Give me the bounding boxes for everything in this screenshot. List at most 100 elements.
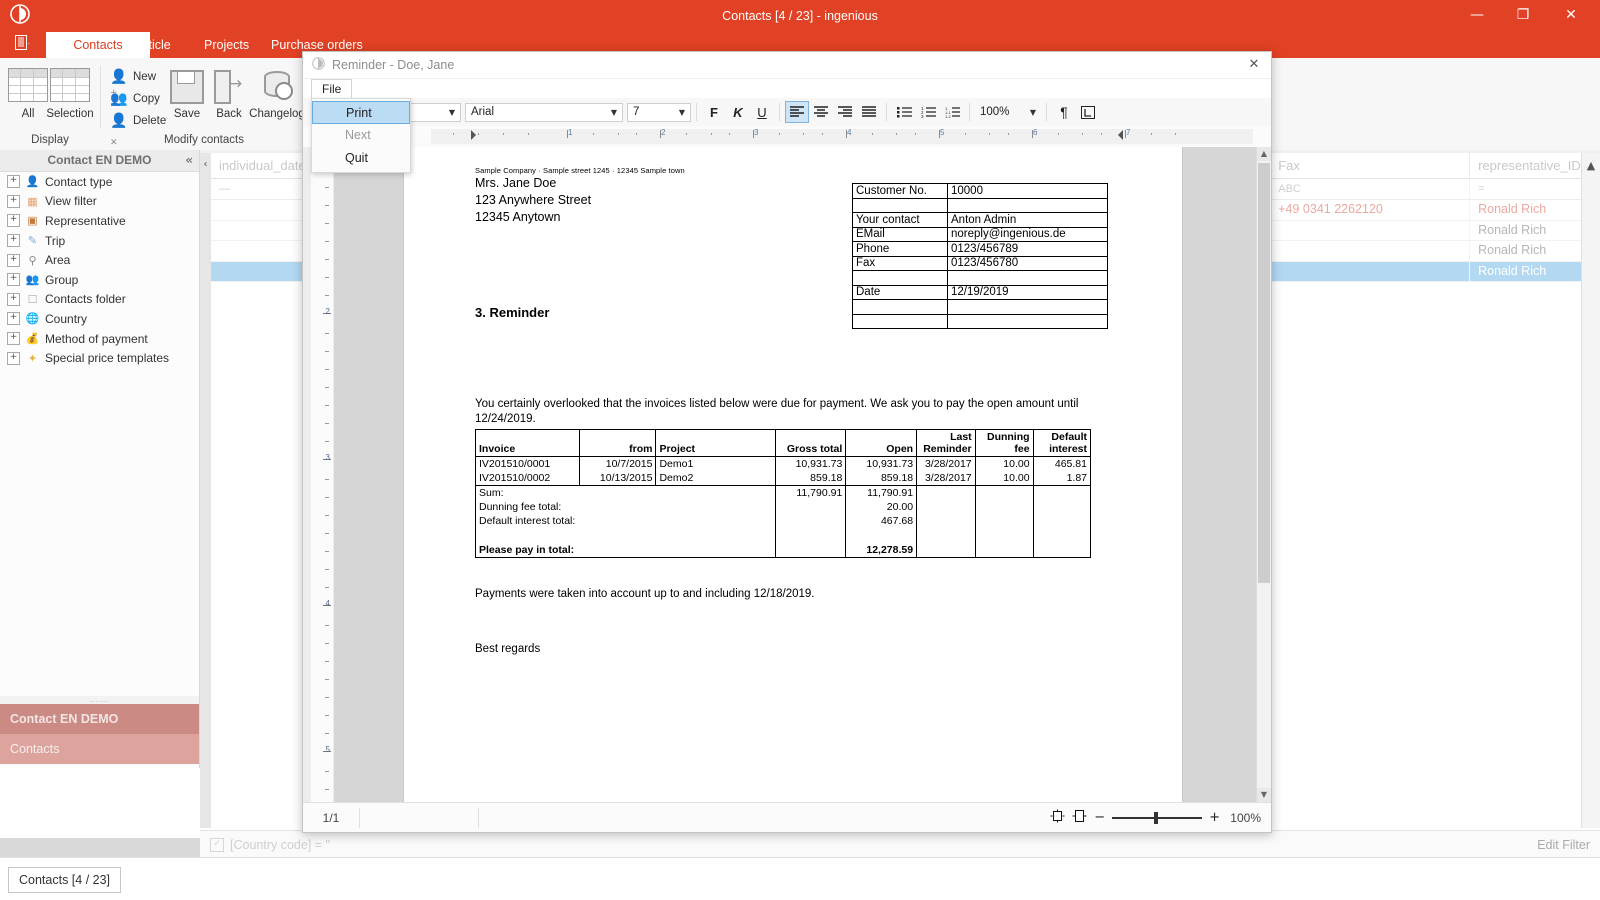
expand-icon[interactable]: +: [7, 352, 20, 365]
svg-text:·: ·: [28, 39, 31, 48]
align-justify-icon[interactable]: [857, 101, 881, 123]
zoom-slider[interactable]: [1112, 817, 1202, 819]
display-selection-button[interactable]: Selection: [42, 64, 98, 120]
sidebar-item-label: Group: [45, 273, 78, 287]
close-button[interactable]: ✕: [1548, 0, 1594, 30]
sidebar-item-area[interactable]: + ⚲ Area: [0, 250, 199, 270]
grid-filter-cell[interactable]: ABC: [1270, 179, 1470, 199]
expand-icon[interactable]: +: [7, 175, 20, 188]
scroll-up-icon[interactable]: ▲: [1582, 159, 1600, 172]
expand-icon[interactable]: +: [7, 293, 20, 306]
align-right-icon[interactable]: [833, 101, 857, 123]
right-indent-marker[interactable]: [1118, 130, 1123, 140]
maximize-button[interactable]: ❐: [1500, 0, 1546, 30]
chevron-down-icon[interactable]: ▼: [444, 108, 460, 117]
bold-button[interactable]: F: [702, 101, 726, 123]
sidebar-item-country[interactable]: + 🌐 Country: [0, 309, 199, 329]
sidebar-item-contact-type[interactable]: + 👤 Contact type: [0, 172, 199, 192]
nav-button-contact-en-demo[interactable]: Contact EN DEMO: [0, 704, 199, 734]
delete-contact-button[interactable]: 👤✕ Delete: [110, 110, 166, 132]
sidebar-item-representative[interactable]: + ▣ Representative: [0, 211, 199, 231]
menu-file[interactable]: File: [311, 79, 352, 100]
numbered-list-icon[interactable]: 123: [916, 101, 940, 123]
new-contact-button[interactable]: 👤+ New: [110, 66, 156, 88]
sidebar-item-special-price-templates[interactable]: + ✦ Special price templates: [0, 348, 199, 368]
invoice-table: Invoice from Project Gross total Open La…: [475, 429, 1091, 558]
insert-frame-icon[interactable]: [1076, 101, 1100, 123]
copy-contact-button[interactable]: 👥 Copy: [110, 88, 160, 110]
collapse-panel-icon[interactable]: ‹: [200, 153, 211, 828]
col-open: Open: [846, 430, 917, 457]
sidebar-item-group[interactable]: + 👥 Group: [0, 270, 199, 290]
payment-icon: 💰: [25, 332, 40, 345]
info-key: Your contact: [853, 213, 948, 228]
menu-item-next[interactable]: Next: [312, 124, 410, 147]
scrollbar-thumb[interactable]: [1258, 163, 1270, 583]
chevron-down-icon[interactable]: ▼: [606, 108, 622, 117]
menu-item-print[interactable]: Print: [312, 101, 410, 124]
vertical-ruler[interactable]: 1 2 3 4: [311, 147, 334, 802]
cell-last-reminder: 3/28/2017: [917, 457, 976, 472]
font-combo[interactable]: Arial ▼: [465, 103, 623, 122]
edit-filter-link[interactable]: Edit Filter: [1537, 838, 1590, 852]
expand-icon[interactable]: +: [7, 214, 20, 227]
menu-item-quit[interactable]: Quit: [312, 147, 410, 170]
align-center-icon[interactable]: [809, 101, 833, 123]
nav-button-contacts[interactable]: Contacts: [0, 734, 199, 764]
indent-marker[interactable]: [471, 130, 476, 140]
tab-projects[interactable]: Projects: [190, 32, 263, 58]
bullet-list-icon[interactable]: [892, 101, 916, 123]
sidebar-item-label: Contact type: [45, 175, 112, 189]
sidebar-item-contacts-folder[interactable]: + ☐ Contacts folder: [0, 290, 199, 310]
sidebar-item-method-of-payment[interactable]: + 💰 Method of payment: [0, 329, 199, 349]
expand-icon[interactable]: +: [7, 273, 20, 286]
expand-icon[interactable]: +: [7, 312, 20, 325]
pilcrow-icon[interactable]: ¶: [1052, 101, 1076, 123]
info-key: Phone: [853, 242, 948, 257]
fit-width-icon[interactable]: [1072, 809, 1087, 827]
font-size-combo[interactable]: 7 ▼: [627, 103, 691, 122]
expand-icon[interactable]: +: [7, 195, 20, 208]
sidebar-item-trip[interactable]: + ✎ Trip: [0, 231, 199, 251]
collapse-left-icon[interactable]: «: [185, 150, 193, 171]
changelog-button[interactable]: Changelog: [243, 64, 311, 120]
tab-article[interactable]: Article: [122, 32, 185, 58]
taskbar-button-contacts[interactable]: Contacts [4 / 23]: [8, 867, 121, 893]
document-page[interactable]: Sample Company · Sample street 1245 · 12…: [403, 147, 1183, 802]
zoom-slider-thumb[interactable]: [1154, 812, 1158, 824]
close-icon[interactable]: ✕: [1241, 54, 1267, 76]
status-divider: [359, 808, 360, 828]
expand-icon[interactable]: +: [7, 234, 20, 247]
sidebar-resize-handle[interactable]: ⋯⋯: [0, 696, 199, 704]
filter-expression[interactable]: [Country code] = ": [230, 838, 330, 852]
summary-open: 11,790.91: [846, 486, 917, 501]
fit-page-icon[interactable]: [1050, 809, 1065, 827]
zoom-combo[interactable]: 100% ▼: [975, 103, 1041, 122]
zoom-in-button[interactable]: +: [1209, 810, 1220, 825]
checkbox-checked-icon[interactable]: ✓: [210, 838, 224, 852]
expand-icon[interactable]: +: [7, 254, 20, 267]
grid-scrollbar[interactable]: ▲: [1581, 153, 1600, 828]
document-area[interactable]: 1 2 3 4: [303, 147, 1271, 802]
summary-gross: [775, 528, 846, 543]
scroll-down-icon[interactable]: ▼: [1257, 788, 1271, 802]
grid-column-header[interactable]: Fax: [1270, 153, 1470, 178]
person-delete-icon: 👤✕: [110, 113, 127, 129]
chevron-down-icon[interactable]: ▼: [1025, 108, 1041, 117]
horizontal-ruler[interactable]: 1 2 3 4 5 6 7: [303, 126, 1271, 148]
italic-button[interactable]: K: [726, 101, 750, 123]
reminder-dialog: Reminder - Doe, Jane ✕ File Print Next Q…: [302, 51, 1272, 833]
align-left-icon[interactable]: [785, 101, 809, 123]
col-last-reminder: Last Reminder: [917, 430, 976, 457]
application-menu-icon[interactable]: ·: [6, 33, 40, 57]
scroll-up-icon[interactable]: ▲: [1257, 147, 1271, 161]
multilevel-list-icon[interactable]: 1.1.11.2: [940, 101, 964, 123]
zoom-out-button[interactable]: −: [1094, 810, 1105, 825]
chevron-down-icon[interactable]: ▼: [674, 108, 690, 117]
minimize-button[interactable]: —: [1454, 0, 1500, 30]
sidebar-item-view-filter[interactable]: + ▦ View filter: [0, 192, 199, 212]
underline-button[interactable]: U: [750, 101, 774, 123]
document-scrollbar[interactable]: ▲ ▼: [1256, 147, 1271, 802]
expand-icon[interactable]: +: [7, 332, 20, 345]
table-row: Phone0123/456789: [853, 242, 1108, 257]
